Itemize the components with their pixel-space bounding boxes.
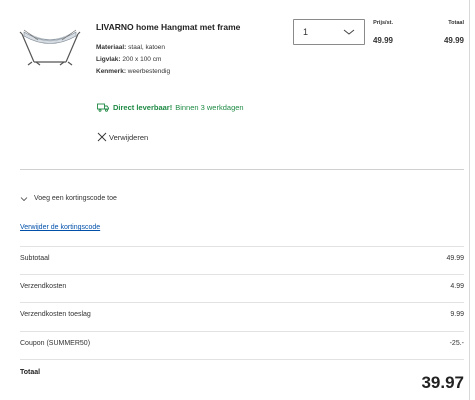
delivery-status: Direct leverbaar! Binnen 3 werkdagen (97, 103, 244, 112)
product-name[interactable]: LIVARNO home Hangmat met frame (96, 22, 240, 32)
spec-size: Ligvlak: 200 x 100 cm (96, 56, 162, 63)
line-total-value: 49.99 (443, 36, 464, 45)
remove-coupon-link[interactable]: Verwijder de kortingscode (20, 224, 100, 231)
delivery-time: Binnen 3 werkdagen (175, 103, 244, 112)
quantity-select[interactable]: 1 (293, 19, 365, 45)
divider (20, 302, 464, 303)
divider (20, 274, 464, 275)
order-total-label: Totaal (20, 369, 41, 376)
close-icon (97, 132, 107, 142)
summary-value: 4.99 (450, 283, 464, 290)
truck-icon (97, 103, 109, 112)
product-image[interactable] (18, 18, 82, 68)
order-total-value: 39.97 (421, 373, 464, 392)
product-specs: Materiaal: staal, katoen Ligvlak: 200 x … (96, 42, 170, 78)
chevron-down-icon (20, 196, 28, 201)
add-coupon-label: Voeg een kortingscode toe (34, 195, 117, 202)
divider (20, 169, 464, 170)
spec-feature: Kenmerk: weerbestendig (96, 68, 171, 75)
spec-material: Materiaal: staal, katoen (96, 44, 166, 51)
summary-label: Verzendkosten (20, 283, 67, 290)
summary-value: 49.99 (446, 255, 464, 262)
summary-label: Coupon (SUMMER50) (20, 340, 91, 347)
summary-label: Subtotaal (20, 255, 50, 262)
divider (20, 246, 464, 247)
price-per-unit-header: Prijs/st. (373, 20, 393, 26)
summary-value: -25.- (449, 340, 464, 347)
chevron-down-icon (343, 29, 355, 35)
total-header: Totaal (448, 20, 464, 26)
delivery-available: Direct leverbaar! (113, 103, 173, 112)
summary-label: Verzendkosten toeslag (20, 311, 91, 318)
price-per-unit-value: 49.99 (372, 36, 393, 45)
divider (20, 359, 464, 360)
add-coupon-toggle[interactable]: Voeg een kortingscode toe (20, 195, 117, 202)
summary-value: 9.99 (450, 311, 464, 318)
remove-item-label: Verwijderen (109, 132, 149, 142)
quantity-value: 1 (303, 27, 309, 37)
remove-item-button[interactable]: Verwijderen (97, 132, 148, 142)
divider (20, 331, 464, 332)
